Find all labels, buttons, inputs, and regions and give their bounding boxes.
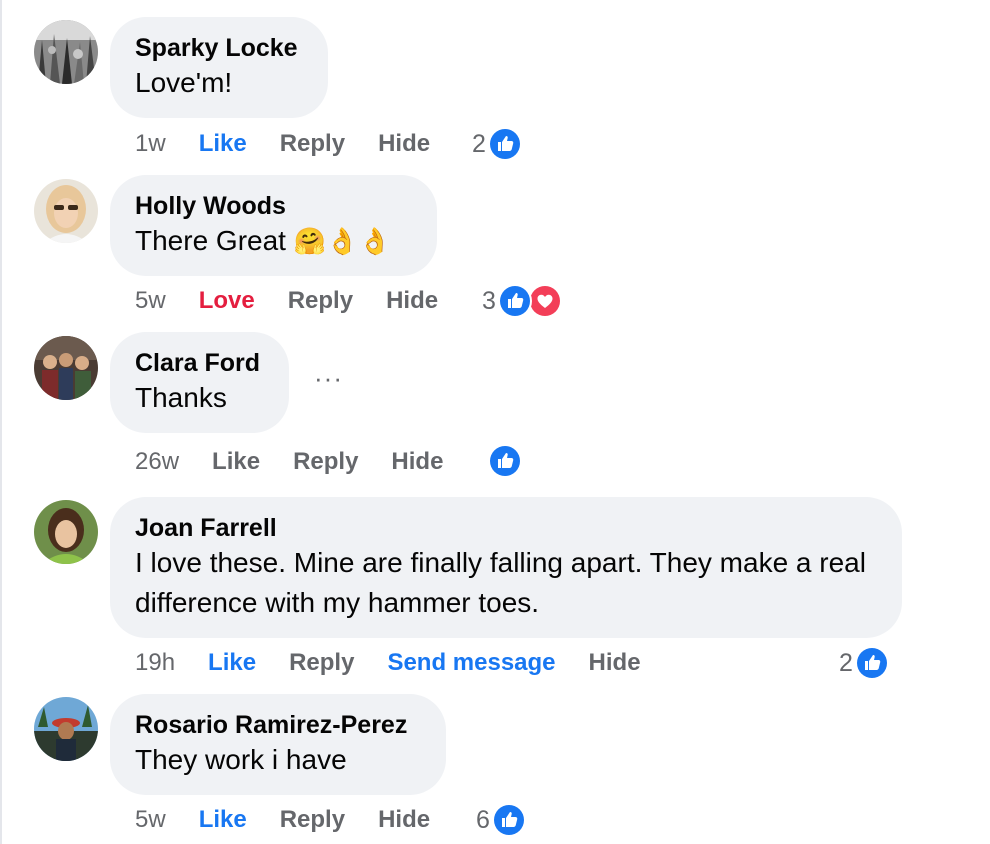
hide-button[interactable]: Hide <box>589 649 641 677</box>
comment-actions: 26w Like Reply Hide <box>135 445 476 479</box>
comment-timestamp[interactable]: 1w <box>135 130 166 158</box>
comment-timestamp[interactable]: 26w <box>135 448 179 476</box>
hide-button[interactable]: Hide <box>378 130 430 158</box>
avatar[interactable] <box>34 500 98 564</box>
reaction-summary[interactable] <box>486 443 522 479</box>
hide-button[interactable]: Hide <box>386 287 438 315</box>
reaction-count: 2 <box>472 129 486 158</box>
reply-button[interactable]: Reply <box>280 130 345 158</box>
comment-bubble: Clara Ford Thanks <box>110 332 289 433</box>
reaction-count: 3 <box>482 286 496 315</box>
avatar[interactable] <box>34 20 98 84</box>
reaction-summary[interactable]: 3 <box>482 283 562 319</box>
comment-bubble: Sparky Locke Love'm! <box>110 17 328 118</box>
comment-actions: 19h Like Reply Send message Hide <box>135 646 674 680</box>
comment-text-body: There Great <box>135 225 286 256</box>
comment-text: They work i have <box>135 744 347 775</box>
comment-text: There Great 🤗👌👌 <box>135 221 412 262</box>
reply-button[interactable]: Reply <box>288 287 353 315</box>
like-button[interactable]: Like <box>199 130 247 158</box>
comment-actions: 5w Like Reply Hide <box>135 803 463 837</box>
like-button[interactable]: Like <box>212 448 260 476</box>
like-button[interactable]: Like <box>199 806 247 834</box>
emoji-group: 🤗👌👌 <box>293 227 391 257</box>
reaction-summary[interactable]: 6 <box>476 802 526 838</box>
like-icon <box>491 803 526 837</box>
reply-button[interactable]: Reply <box>289 649 354 677</box>
comment-timestamp[interactable]: 5w <box>135 287 166 315</box>
reaction-count: 6 <box>476 805 490 834</box>
comment-text: I love these. Mine are finally falling a… <box>135 547 866 618</box>
like-button[interactable]: Like <box>208 649 256 677</box>
love-button[interactable]: Love <box>199 287 255 315</box>
comment-timestamp[interactable]: 19h <box>135 649 175 677</box>
avatar[interactable] <box>34 179 98 243</box>
thread-divider <box>0 0 2 844</box>
comment-bubble: Joan Farrell I love these. Mine are fina… <box>110 497 902 638</box>
comment-timestamp[interactable]: 5w <box>135 806 166 834</box>
comment-actions: 5w Love Reply Hide <box>135 284 471 318</box>
comment-author[interactable]: Holly Woods <box>135 191 412 221</box>
avatar[interactable] <box>34 697 98 761</box>
more-options-icon[interactable]: ··· <box>314 365 343 391</box>
reply-button[interactable]: Reply <box>293 448 358 476</box>
reply-button[interactable]: Reply <box>280 806 345 834</box>
heart-icon <box>527 284 562 318</box>
like-icon <box>488 444 522 478</box>
comment-author[interactable]: Sparky Locke <box>135 33 303 63</box>
comment-author[interactable]: Rosario Ramirez-Perez <box>135 710 421 740</box>
comment-author[interactable]: Joan Farrell <box>135 513 877 543</box>
reaction-count: 2 <box>839 648 853 677</box>
comment-text: Love'm! <box>135 67 233 98</box>
like-icon <box>854 646 889 680</box>
comment-text: Thanks <box>135 382 227 413</box>
comment-author[interactable]: Clara Ford <box>135 348 264 378</box>
send-message-button[interactable]: Send message <box>387 649 555 677</box>
like-icon <box>487 127 522 161</box>
reaction-summary[interactable]: 2 <box>472 126 522 162</box>
comment-bubble: Rosario Ramirez-Perez They work i have <box>110 694 446 795</box>
hide-button[interactable]: Hide <box>391 448 443 476</box>
comment-actions: 1w Like Reply Hide <box>135 127 463 161</box>
comment-bubble: Holly Woods There Great 🤗👌👌 <box>110 175 437 276</box>
hide-button[interactable]: Hide <box>378 806 430 834</box>
avatar[interactable] <box>34 336 98 400</box>
reaction-summary[interactable]: 2 <box>839 645 889 681</box>
like-icon <box>497 284 532 318</box>
